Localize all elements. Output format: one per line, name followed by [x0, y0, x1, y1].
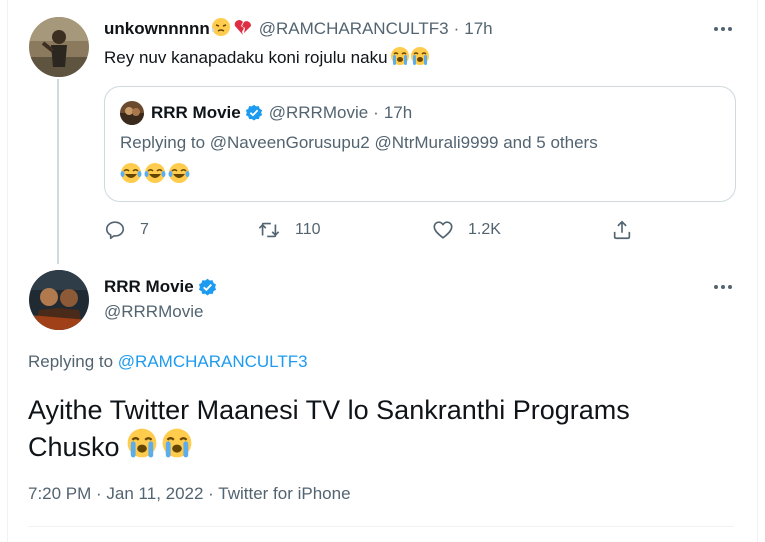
thread-connector-line: [57, 79, 59, 264]
reply-author-handle[interactable]: @RAMCHARANCULTF3: [259, 19, 449, 39]
reply-icon: [104, 219, 126, 241]
like-count: 1.2K: [468, 221, 501, 238]
verified-badge-icon: [198, 278, 217, 297]
face-with-tears-of-joy-emoji: [120, 162, 142, 189]
tweet-divider: [28, 526, 734, 527]
reply-more-options-icon[interactable]: [714, 27, 732, 31]
like-button[interactable]: 1.2K: [432, 219, 501, 241]
main-more-options-icon[interactable]: [714, 285, 732, 289]
loudly-crying-face-emoji: [126, 427, 158, 467]
share-icon: [611, 219, 633, 241]
replying-to-link[interactable]: @RAMCHARANCULTF3: [118, 352, 308, 371]
reply-author-name[interactable]: unkownnnnn: [104, 19, 210, 39]
retweet-count: 110: [295, 221, 321, 238]
main-author-name[interactable]: RRR Movie: [104, 277, 194, 297]
quoted-tweet-card[interactable]: RRR Movie @RRRMovie · 17h Replying to @N…: [104, 86, 736, 202]
reply-action-bar: 7 110 1.2K: [104, 217, 744, 243]
replying-prefix: Replying to: [28, 352, 114, 371]
separator-dot: ·: [373, 103, 379, 122]
main-tweet-text-line2: Chusko: [28, 432, 120, 462]
main-replying-to: Replying to @RAMCHARANCULTF3: [28, 352, 308, 372]
quoted-author-avatar: [120, 101, 144, 125]
reply-button[interactable]: 7: [104, 219, 149, 241]
verified-badge-icon: [245, 104, 263, 122]
main-tweet-text-line1: Ayithe Twitter Maanesi TV lo Sankranthi …: [28, 395, 630, 425]
loudly-crying-face-emoji: [390, 46, 410, 71]
reply-count: 7: [140, 221, 149, 238]
face-with-steam-emoji: [211, 17, 231, 42]
quoted-timestamp: 17h: [383, 103, 413, 122]
face-with-tears-of-joy-emoji: [144, 162, 166, 189]
reply-author-avatar[interactable]: [29, 17, 89, 77]
timeline-border-right: [757, 0, 758, 542]
quoted-replying-text: Replying to @NaveenGorusupu2 @NtrMurali9…: [120, 133, 598, 152]
reply-timestamp[interactable]: 17h: [464, 19, 492, 39]
quoted-author-name: RRR Movie: [151, 103, 241, 122]
main-author-handle[interactable]: @RRRMovie: [104, 302, 203, 322]
broken-heart-emoji: [233, 17, 253, 42]
share-button[interactable]: [611, 219, 633, 241]
quoted-author-handle: @RRRMovie: [268, 103, 369, 122]
loudly-crying-face-emoji: [161, 427, 193, 467]
separator-dot: ·: [453, 19, 460, 38]
retweet-button[interactable]: 110: [257, 219, 321, 241]
main-author-avatar[interactable]: [29, 270, 89, 330]
reply-tweet-text: Rey nuv kanapadaku koni rojulu naku: [104, 48, 388, 67]
main-tweet-timestamp[interactable]: 7:20 PM · Jan 11, 2022 · Twitter for iPh…: [28, 484, 351, 504]
retweet-icon: [257, 219, 281, 241]
main-tweet-text: Ayithe Twitter Maanesi TV lo Sankranthi …: [28, 393, 728, 467]
face-with-tears-of-joy-emoji: [168, 162, 190, 189]
heart-icon: [432, 219, 454, 241]
timeline-border-left: [7, 0, 8, 542]
loudly-crying-face-emoji: [410, 46, 430, 71]
